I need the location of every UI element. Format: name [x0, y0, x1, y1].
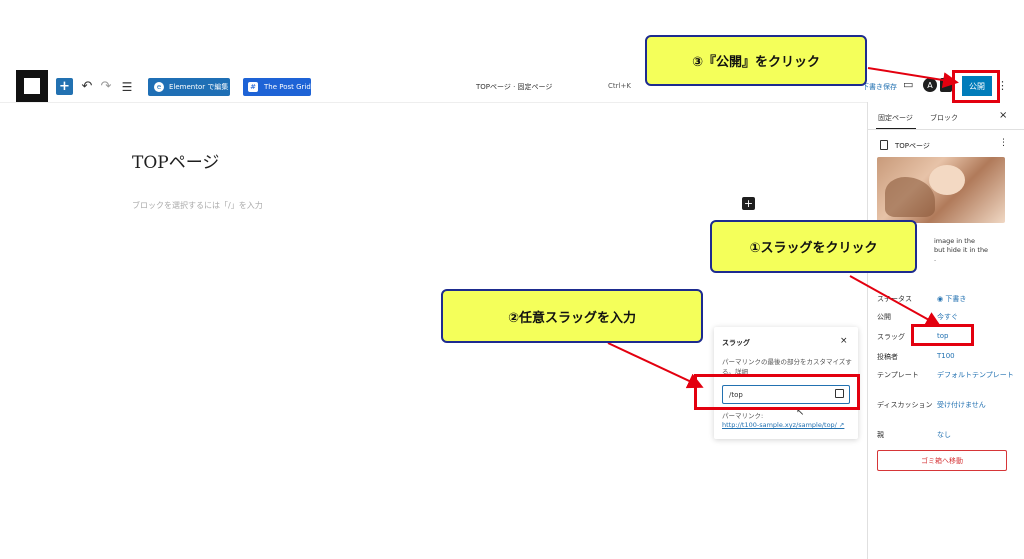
callout-step1: ①スラッグをクリック: [710, 220, 917, 273]
callout-step3: ③『公開』をクリック: [645, 35, 867, 86]
arrow-step2: [607, 342, 704, 389]
arrow-step3: [867, 67, 959, 88]
annotation-arrows: [607, 67, 959, 389]
callout-step2: ②任意スラッグを入力: [441, 289, 703, 343]
arrow-step1: [849, 275, 942, 327]
